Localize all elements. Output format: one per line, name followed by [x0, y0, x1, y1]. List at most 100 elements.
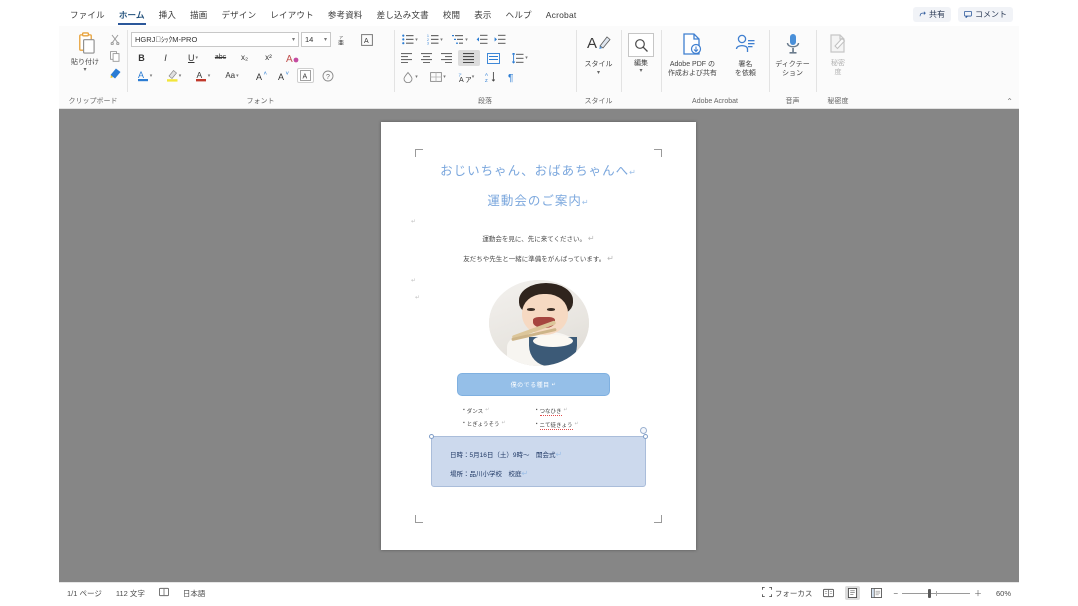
- zoom-slider[interactable]: − ＋: [893, 588, 982, 599]
- cut-icon[interactable]: [107, 32, 123, 46]
- resize-handle-top-right[interactable]: [643, 434, 648, 439]
- align-center-button[interactable]: [418, 51, 435, 66]
- resize-handle-top-left[interactable]: [429, 434, 434, 439]
- sensitivity-button[interactable]: 秘密 度: [820, 29, 856, 77]
- copy-icon[interactable]: [107, 49, 123, 63]
- proofing-status-icon[interactable]: [158, 587, 169, 599]
- document-photo[interactable]: [489, 280, 589, 366]
- zoom-level[interactable]: 60%: [991, 589, 1011, 598]
- line-spacing-caret[interactable]: ▾: [525, 55, 528, 61]
- line-spacing-button[interactable]: ▾: [508, 51, 532, 66]
- paste-dropdown-caret[interactable]: ▾: [83, 67, 86, 73]
- collapse-ribbon-button[interactable]: ⌃: [1006, 97, 1013, 106]
- rotate-handle[interactable]: [640, 427, 647, 434]
- subscript-button[interactable]: x₂: [236, 50, 253, 65]
- borders-button[interactable]: ▾: [426, 69, 450, 84]
- phonetic-guide-button[interactable]: ア亜: [333, 32, 350, 47]
- read-mode-button[interactable]: [821, 586, 836, 600]
- editing-button[interactable]: 編集 ▾: [625, 29, 657, 74]
- char-shading-caret[interactable]: ▾: [208, 73, 211, 79]
- shading-button[interactable]: ▾: [398, 69, 422, 84]
- shading-caret[interactable]: ▾: [415, 74, 418, 80]
- format-painter-icon[interactable]: [107, 66, 123, 80]
- focus-button[interactable]: フォーカス: [761, 587, 812, 599]
- print-layout-button[interactable]: [845, 586, 861, 600]
- numbering-caret[interactable]: ▾: [440, 37, 443, 43]
- shrink-font-button[interactable]: A ˅: [275, 68, 292, 83]
- multilevel-caret[interactable]: ▾: [465, 37, 468, 43]
- increase-indent-button[interactable]: [491, 32, 508, 47]
- comment-button[interactable]: コメント: [958, 7, 1013, 22]
- distribute-button[interactable]: [485, 51, 502, 66]
- event-info-textbox[interactable]: 日時：5月16日（土）9時～ 開会式↵ 場所：品川小学校 校庭↵: [429, 427, 648, 487]
- underline-button[interactable]: U ▾: [181, 50, 205, 65]
- font-size-combobox[interactable]: 14 ▾: [301, 32, 331, 47]
- zoom-track[interactable]: [902, 588, 970, 598]
- font-name-combobox[interactable]: HGRJ゙ｼｯｸM-PRO ▾: [131, 32, 299, 47]
- text-highlight-button[interactable]: ▾: [162, 68, 186, 83]
- superscript-button[interactable]: x²: [260, 50, 277, 65]
- paste-button[interactable]: 貼り付け ▾: [63, 29, 107, 73]
- grow-font-button[interactable]: A ˄: [253, 68, 270, 83]
- tab-view[interactable]: 表示: [467, 7, 498, 24]
- numbering-button[interactable]: 123 ▾: [423, 32, 447, 47]
- styles-button[interactable]: A スタイル ▾: [580, 29, 617, 76]
- tab-layout[interactable]: レイアウト: [263, 7, 321, 24]
- sort-button[interactable]: AZ: [482, 69, 499, 84]
- tab-draw[interactable]: 描画: [183, 7, 214, 24]
- request-signature-button[interactable]: 署名 を依頼: [726, 29, 765, 78]
- bold-button[interactable]: B: [133, 50, 150, 65]
- borders-caret[interactable]: ▾: [443, 74, 446, 80]
- font-color-button[interactable]: A ▾: [133, 68, 157, 83]
- create-pdf-button[interactable]: Adobe PDF の 作成および共有: [665, 29, 720, 78]
- word-count[interactable]: 112 文字: [116, 588, 145, 599]
- tab-file[interactable]: ファイル: [63, 7, 112, 24]
- highlight-caret[interactable]: ▾: [179, 73, 182, 79]
- document-page[interactable]: おじいちゃん、おばあちゃんへ↵ 運動会のご案内↵ ↵ ↵ ↵ 運動会を見に、先に…: [381, 122, 696, 550]
- font-size-caret[interactable]: ▾: [324, 36, 327, 43]
- text-effects-button[interactable]: A: [284, 50, 301, 65]
- phonetic-caret[interactable]: ▾: [472, 74, 475, 80]
- bullets-caret[interactable]: ▾: [415, 37, 418, 43]
- tab-home[interactable]: ホーム: [112, 7, 152, 25]
- underline-caret[interactable]: ▾: [195, 55, 198, 61]
- align-left-button[interactable]: [398, 51, 415, 66]
- decrease-indent-button[interactable]: [473, 32, 490, 47]
- editing-dropdown-caret[interactable]: ▾: [639, 68, 642, 74]
- document-canvas[interactable]: おじいちゃん、おばあちゃんへ↵ 運動会のご案内↵ ↵ ↵ ↵ 運動会を見に、先に…: [59, 109, 1019, 582]
- tab-insert[interactable]: 挿入: [152, 7, 183, 24]
- font-name-caret[interactable]: ▾: [292, 36, 295, 43]
- strikethrough-button[interactable]: abc: [212, 50, 229, 65]
- bullets-button[interactable]: ▾: [398, 32, 422, 47]
- character-border-button[interactable]: A: [358, 32, 375, 47]
- tab-help[interactable]: ヘルプ: [499, 7, 539, 24]
- tab-acrobat[interactable]: Acrobat: [539, 8, 584, 23]
- clear-formatting-button[interactable]: ?: [319, 68, 336, 83]
- share-button[interactable]: 共有: [913, 7, 951, 22]
- section-banner[interactable]: 僕のでる種目 ↵: [457, 373, 610, 396]
- status-bar: 1/1 ページ 112 文字 日本語 フォーカス − ＋ 60%: [59, 582, 1019, 603]
- align-right-button[interactable]: [438, 51, 455, 66]
- change-case-caret[interactable]: ▾: [236, 73, 239, 79]
- tab-review[interactable]: 校閲: [436, 7, 467, 24]
- page-indicator[interactable]: 1/1 ページ: [67, 588, 102, 599]
- zoom-in-button[interactable]: ＋: [974, 588, 982, 599]
- phonetic-button[interactable]: ァAア ▾: [454, 69, 478, 84]
- change-case-button[interactable]: Aa ▾: [220, 68, 244, 83]
- language-indicator[interactable]: 日本語: [183, 588, 206, 599]
- zoom-thumb[interactable]: [928, 588, 931, 598]
- character-shading-button[interactable]: A ▾: [191, 68, 215, 83]
- enclose-character-button[interactable]: A: [297, 68, 314, 83]
- tab-mailings[interactable]: 差し込み文書: [370, 7, 436, 24]
- dictate-button[interactable]: ディクテー ション: [773, 29, 812, 78]
- tab-design[interactable]: デザイン: [214, 7, 263, 24]
- justify-button[interactable]: [458, 50, 480, 66]
- styles-dropdown-caret[interactable]: ▾: [597, 70, 600, 76]
- italic-button[interactable]: I: [157, 50, 174, 65]
- font-color-caret[interactable]: ▾: [150, 73, 153, 79]
- show-paragraph-marks-button[interactable]: ¶: [503, 69, 520, 84]
- multilevel-list-button[interactable]: ▾: [448, 32, 472, 47]
- zoom-out-button[interactable]: −: [893, 589, 898, 598]
- tab-references[interactable]: 参考資料: [321, 7, 370, 24]
- web-layout-button[interactable]: [869, 586, 884, 600]
